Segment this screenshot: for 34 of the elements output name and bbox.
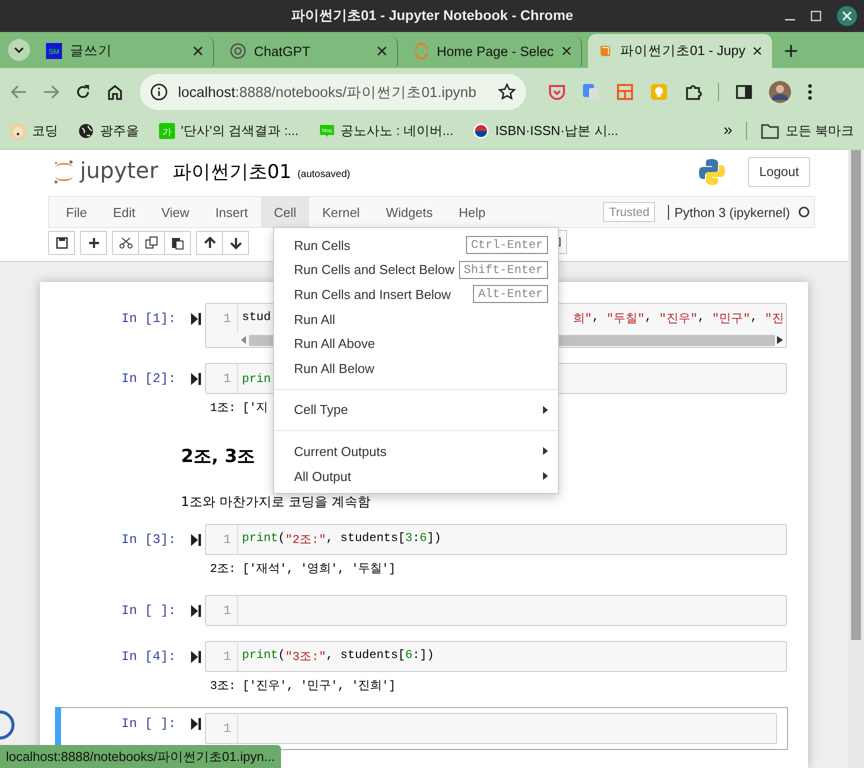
- tab-title: 글쓰기: [70, 42, 113, 60]
- input-prompt: In [1]:: [120, 310, 176, 326]
- line-number: 1: [206, 304, 238, 333]
- code-text: stud: [242, 310, 271, 326]
- tab-title: ChatGPT: [254, 44, 312, 58]
- line-number: 1: [206, 525, 238, 554]
- cell-output: 2조: ['재석', '영희', '두칠']: [209, 561, 396, 578]
- markdown-heading: 2조, 3조: [181, 445, 256, 468]
- code-text: print("2조:", students[3:6]): [242, 531, 442, 548]
- shortcut-key: Ctrl-Enter: [466, 236, 548, 254]
- bookmark-favicon: 가: [159, 122, 175, 138]
- shortcut-key: Alt-Enter: [473, 285, 548, 304]
- input-prompt: In [4]:: [120, 648, 176, 664]
- input-prompt: In [2]:: [120, 370, 176, 386]
- line-number: 1: [206, 364, 238, 393]
- line-number: 1: [206, 714, 238, 743]
- input-prompt: In [ ]:: [120, 602, 176, 618]
- input-prompt: In [3]:: [120, 531, 176, 547]
- markdown-text: 1조와 마찬가지로 코딩을 계속함: [181, 494, 371, 511]
- url-text: localhost:8888/notebooks/파이썬기초01.ipynb: [178, 84, 478, 102]
- tab-title: Home Page - Selec: [436, 44, 554, 58]
- shortcut-key: Shift-Enter: [458, 260, 548, 279]
- code-text: 희", "두칠", "진우", "민구", "진: [572, 310, 785, 327]
- window-title: 파이썬기초01 - Jupyter Notebook - Chrome: [290, 7, 574, 25]
- cell-output: 1조: ['지: [209, 400, 268, 417]
- cell-output: 3조: ['진우', '민구', '진희']: [209, 678, 396, 695]
- input-prompt: In [ ]:: [120, 715, 176, 731]
- code-text: prin: [242, 372, 271, 386]
- tab-title: 파이썬기초01 - Jupy: [620, 42, 746, 60]
- line-number: 1: [206, 596, 238, 625]
- line-number: 1: [206, 642, 238, 671]
- status-url: localhost:8888/notebooks/파이썬기초01.ipyn...: [0, 745, 281, 768]
- save-status: (autosaved): [297, 169, 350, 180]
- code-text: print("3조:", students[6:]): [242, 648, 434, 665]
